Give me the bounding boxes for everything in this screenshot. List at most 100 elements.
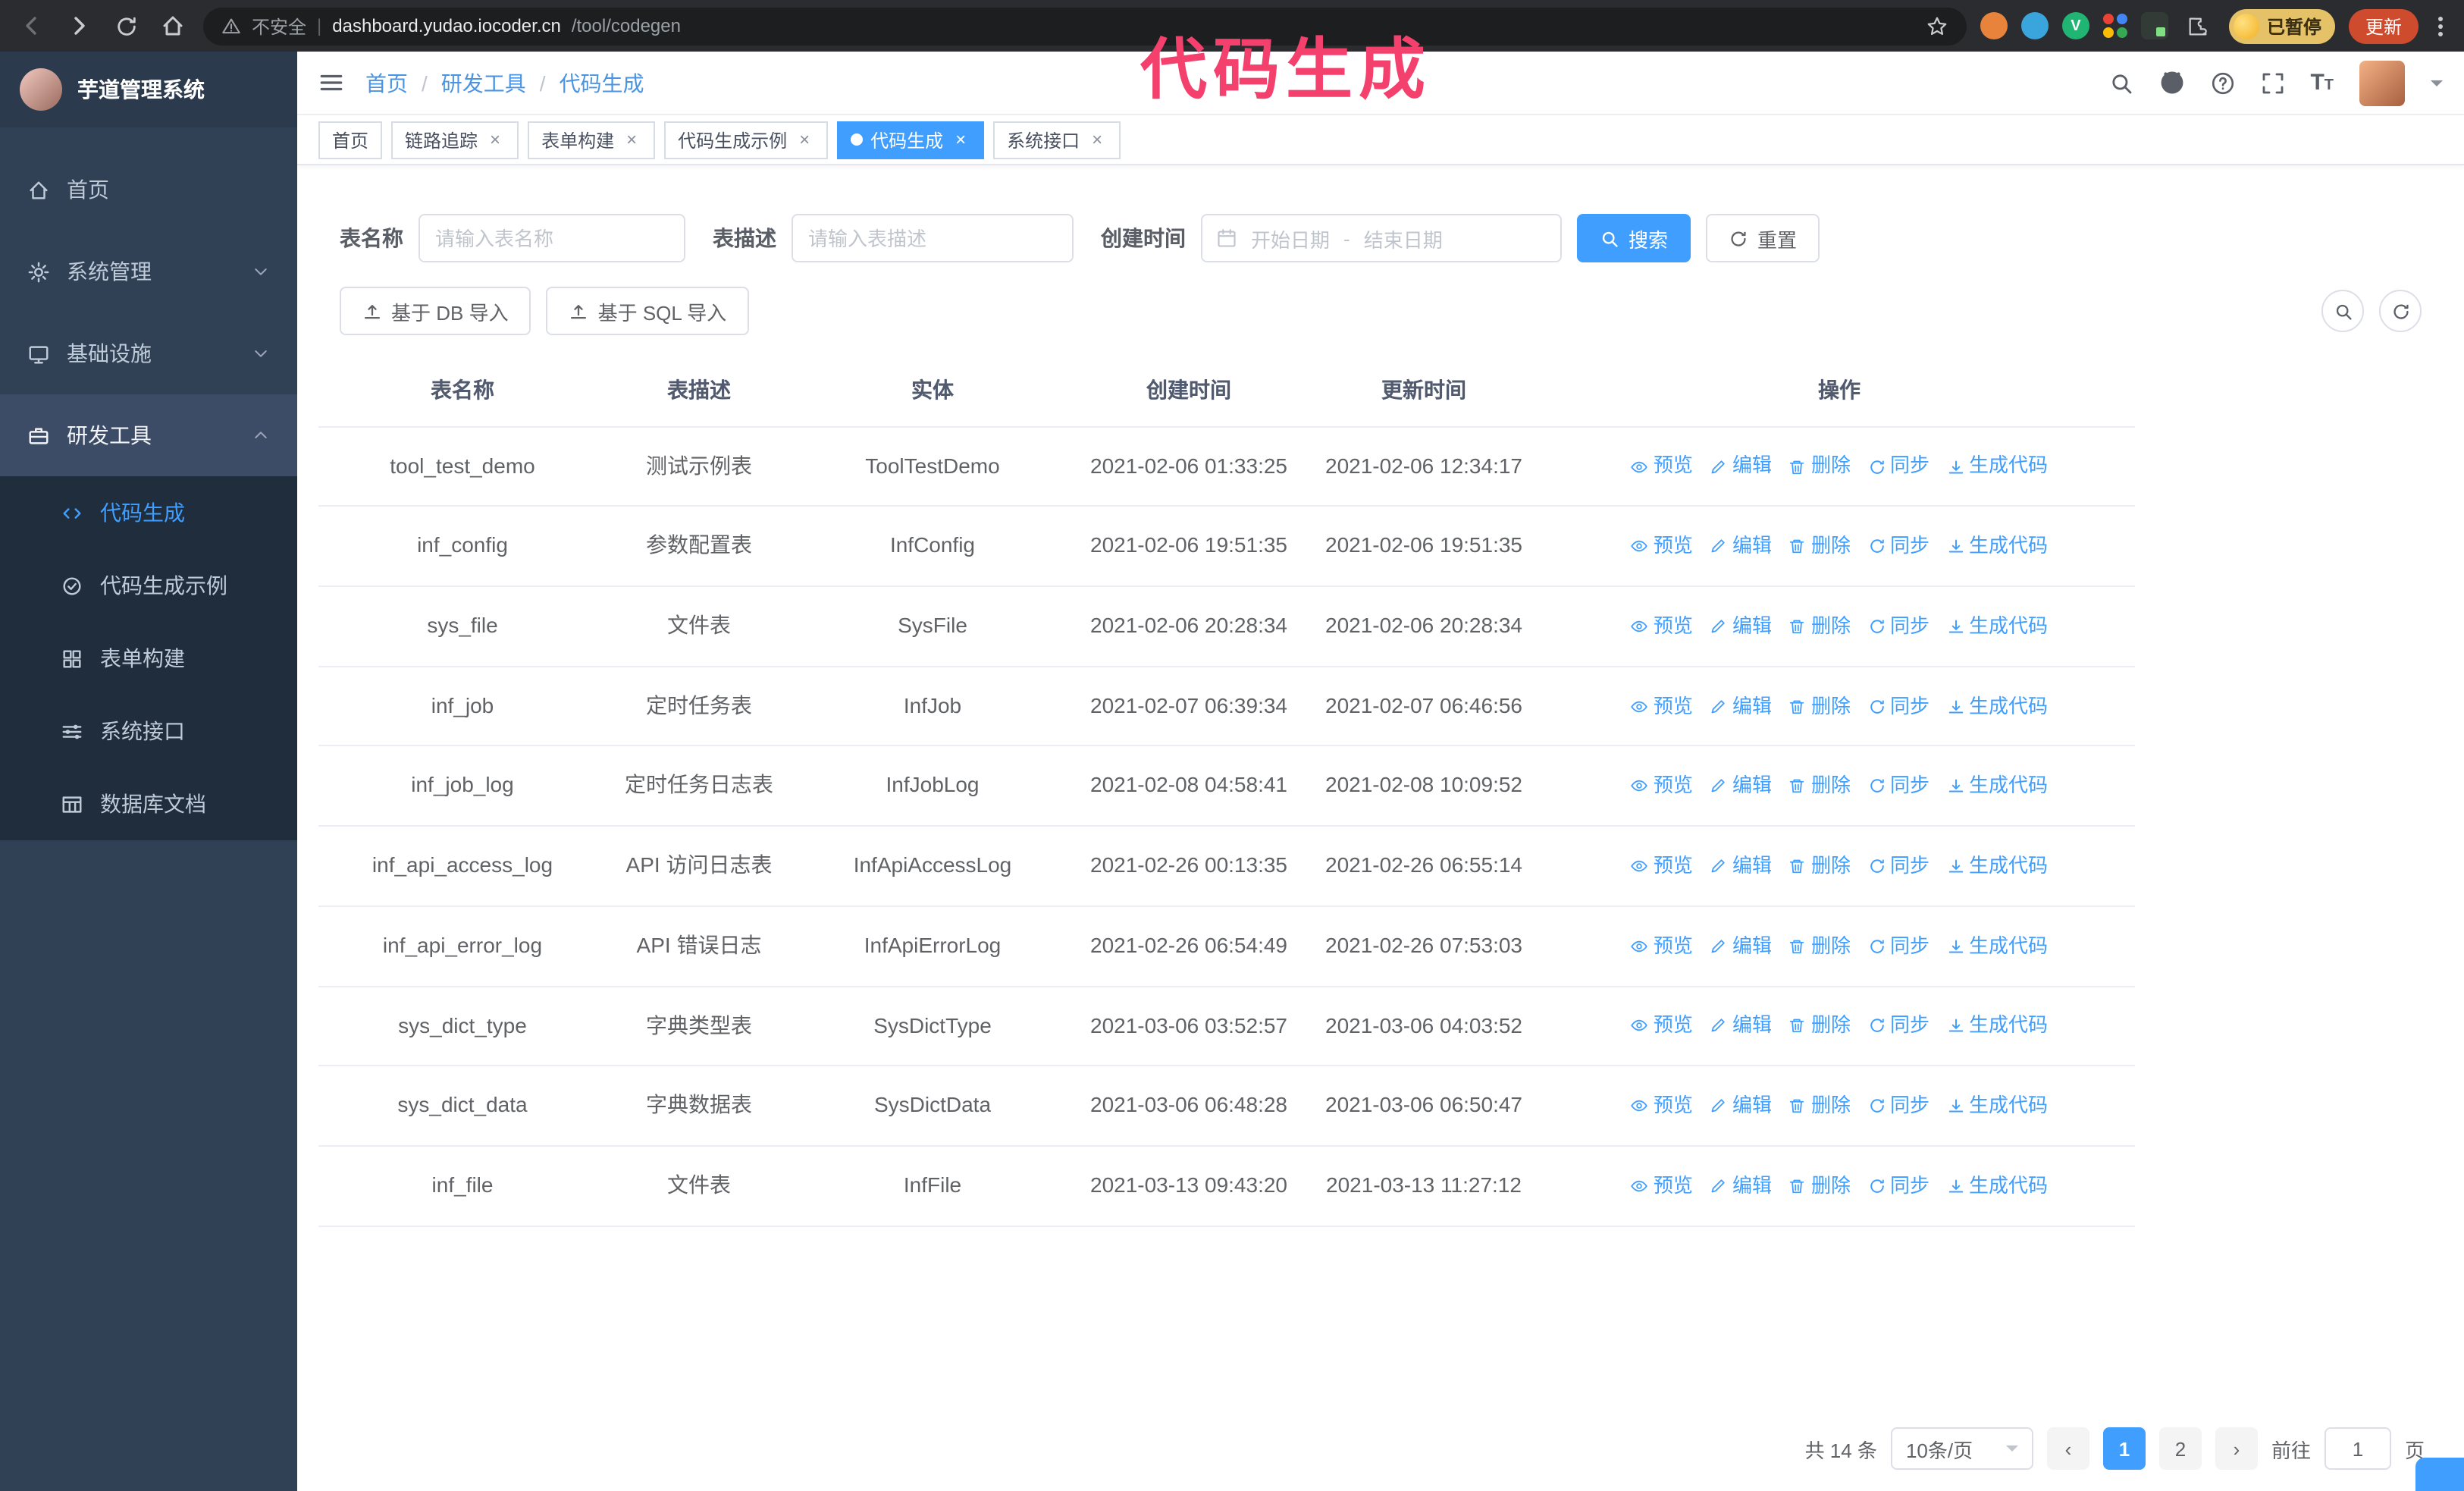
edit-link[interactable]: 编辑 [1710, 691, 1772, 721]
sidebar-subitem[interactable]: 数据库文档 [0, 767, 297, 840]
sidebar-item[interactable]: 首页 [0, 149, 297, 231]
edit-link[interactable]: 编辑 [1710, 931, 1772, 961]
page-size-select[interactable]: 10条/页 [1890, 1427, 2033, 1470]
github-icon[interactable] [2158, 70, 2184, 96]
edit-link[interactable]: 编辑 [1710, 851, 1772, 881]
edit-link[interactable]: 编辑 [1710, 1091, 1772, 1121]
delete-link[interactable]: 删除 [1788, 1170, 1851, 1201]
tab-close-icon[interactable]: × [485, 130, 505, 149]
breadcrumb-item[interactable]: 首页 [365, 67, 408, 98]
generate-code-link[interactable]: 生成代码 [1946, 1011, 2048, 1041]
bookmark-star-icon[interactable] [1926, 14, 1948, 37]
preview-link[interactable]: 预览 [1631, 931, 1693, 961]
edit-link[interactable]: 编辑 [1710, 1170, 1772, 1201]
preview-link[interactable]: 预览 [1631, 531, 1693, 561]
font-size-icon[interactable]: TT [2310, 71, 2334, 94]
next-page-button[interactable]: › [2215, 1427, 2258, 1470]
tab-close-icon[interactable]: × [795, 130, 814, 149]
sidebar-subitem[interactable]: 代码生成示例 [0, 549, 297, 622]
import-sql-button[interactable]: 基于 SQL 导入 [546, 287, 750, 335]
tab-close-icon[interactable]: × [622, 130, 641, 149]
generate-code-link[interactable]: 生成代码 [1946, 691, 2048, 721]
home-icon[interactable] [156, 9, 190, 42]
view-tab[interactable]: 系统接口 × [993, 121, 1121, 159]
edit-link[interactable]: 编辑 [1710, 1011, 1772, 1041]
breadcrumb-item[interactable]: 研发工具 [441, 67, 526, 98]
reset-button[interactable]: 重置 [1706, 214, 1820, 262]
sidebar-subitem[interactable]: 系统接口 [0, 695, 297, 767]
generate-code-link[interactable]: 生成代码 [1946, 451, 2048, 482]
browser-update-button[interactable]: 更新 [2348, 8, 2419, 43]
table-name-input[interactable] [419, 214, 685, 262]
hamburger-icon[interactable] [318, 70, 344, 96]
preview-link[interactable]: 预览 [1631, 1011, 1693, 1041]
browser-menu-icon[interactable] [2438, 24, 2443, 28]
sync-link[interactable]: 同步 [1867, 931, 1930, 961]
delete-link[interactable]: 删除 [1788, 771, 1851, 801]
generate-code-link[interactable]: 生成代码 [1946, 771, 2048, 801]
preview-link[interactable]: 预览 [1631, 1091, 1693, 1121]
edit-link[interactable]: 编辑 [1710, 531, 1772, 561]
sync-link[interactable]: 同步 [1867, 1011, 1930, 1041]
preview-link[interactable]: 预览 [1631, 451, 1693, 482]
view-tab[interactable]: 代码生成示例 × [664, 121, 829, 159]
generate-code-link[interactable]: 生成代码 [1946, 851, 2048, 881]
delete-link[interactable]: 删除 [1788, 691, 1851, 721]
delete-link[interactable]: 删除 [1788, 451, 1851, 482]
search-button[interactable]: 搜索 [1577, 214, 1691, 262]
generate-code-link[interactable]: 生成代码 [1946, 1091, 2048, 1121]
help-icon[interactable] [2210, 71, 2234, 95]
delete-link[interactable]: 删除 [1788, 531, 1851, 561]
sync-link[interactable]: 同步 [1867, 451, 1930, 482]
preview-link[interactable]: 预览 [1631, 1170, 1693, 1201]
generate-code-link[interactable]: 生成代码 [1946, 531, 2048, 561]
preview-link[interactable]: 预览 [1631, 691, 1693, 721]
import-db-button[interactable]: 基于 DB 导入 [340, 287, 531, 335]
preview-link[interactable]: 预览 [1631, 771, 1693, 801]
extension-icon-2[interactable] [2020, 12, 2049, 39]
sync-link[interactable]: 同步 [1867, 531, 1930, 561]
forward-icon[interactable] [62, 9, 96, 42]
edit-link[interactable]: 编辑 [1710, 451, 1772, 482]
page-number-button[interactable]: 1 [2102, 1427, 2146, 1470]
delete-link[interactable]: 删除 [1788, 851, 1851, 881]
search-icon[interactable] [2108, 71, 2133, 95]
sync-link[interactable]: 同步 [1867, 851, 1930, 881]
puzzle-extensions-icon[interactable] [2182, 9, 2215, 42]
preview-link[interactable]: 预览 [1631, 611, 1693, 642]
generate-code-link[interactable]: 生成代码 [1946, 931, 2048, 961]
address-bar[interactable]: 不安全 | dashboard.yudao.iocoder.cn /tool/c… [203, 7, 1967, 45]
prev-page-button[interactable]: ‹ [2046, 1427, 2089, 1470]
user-avatar[interactable] [2359, 60, 2405, 105]
profile-paused-badge[interactable]: 已暂停 [2228, 8, 2335, 43]
view-tab[interactable]: 表单构建 × [528, 121, 656, 159]
goto-page-input[interactable] [2324, 1427, 2391, 1470]
delete-link[interactable]: 删除 [1788, 1091, 1851, 1121]
page-number-button[interactable]: 2 [2158, 1427, 2202, 1470]
extension-icon-3[interactable]: V [2061, 12, 2089, 39]
reload-icon[interactable] [109, 9, 143, 42]
generate-code-link[interactable]: 生成代码 [1946, 611, 2048, 642]
extension-icon-5[interactable] [2140, 12, 2168, 39]
view-tab[interactable]: 代码生成 × [837, 121, 985, 159]
edit-link[interactable]: 编辑 [1710, 611, 1772, 642]
extension-icon-4[interactable] [2102, 14, 2127, 38]
sidebar-item[interactable]: 系统管理 [0, 231, 297, 312]
back-to-top-button[interactable] [2415, 1458, 2464, 1491]
edit-link[interactable]: 编辑 [1710, 771, 1772, 801]
back-icon[interactable] [15, 9, 49, 42]
delete-link[interactable]: 删除 [1788, 931, 1851, 961]
view-tab[interactable]: 首页 [318, 121, 383, 159]
table-desc-input[interactable] [792, 214, 1074, 262]
sidebar-item[interactable]: 研发工具 [0, 394, 297, 476]
sidebar-item[interactable]: 基础设施 [0, 312, 297, 394]
sync-link[interactable]: 同步 [1867, 771, 1930, 801]
fullscreen-icon[interactable] [2260, 71, 2284, 95]
sync-link[interactable]: 同步 [1867, 691, 1930, 721]
delete-link[interactable]: 删除 [1788, 1011, 1851, 1041]
sync-link[interactable]: 同步 [1867, 611, 1930, 642]
refresh-table-icon[interactable] [2379, 290, 2422, 332]
view-tab[interactable]: 链路追踪 × [391, 121, 519, 159]
avatar-dropdown-icon[interactable] [2431, 80, 2443, 92]
preview-link[interactable]: 预览 [1631, 851, 1693, 881]
